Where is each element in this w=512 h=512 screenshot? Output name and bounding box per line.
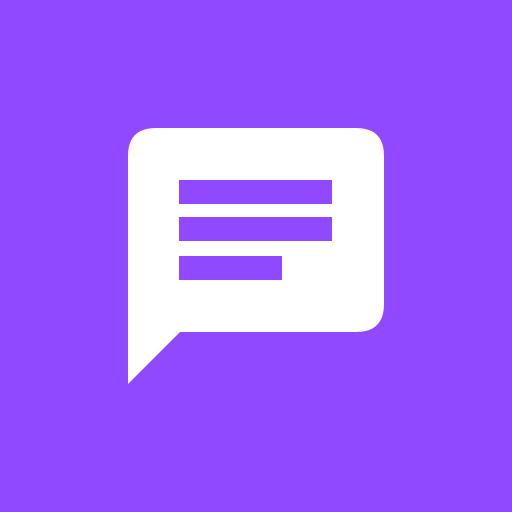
message-line-icon bbox=[179, 180, 332, 204]
message-line-icon bbox=[179, 217, 332, 241]
chat-message-icon bbox=[0, 0, 512, 512]
app-icon bbox=[0, 0, 512, 512]
message-line-short-icon bbox=[179, 256, 282, 280]
